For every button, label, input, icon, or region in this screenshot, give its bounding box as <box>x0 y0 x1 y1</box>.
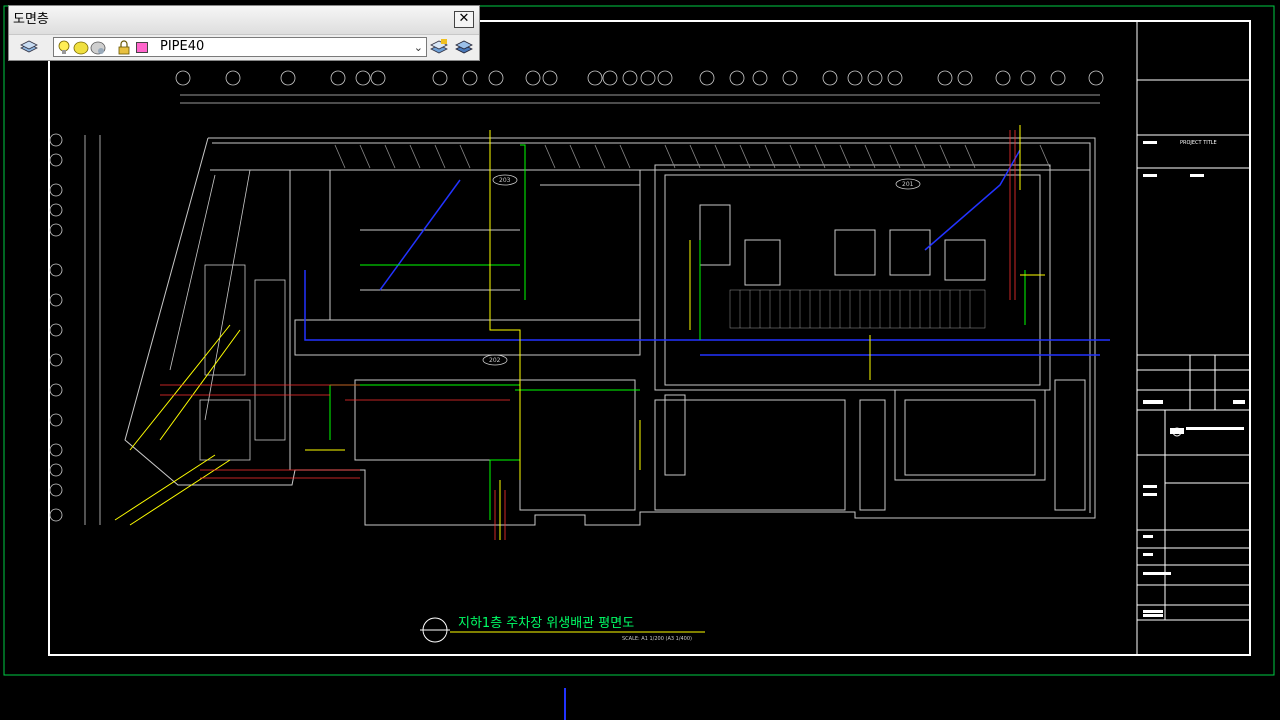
room-tag-201: 201 <box>902 181 914 188</box>
layer-properties-icon[interactable] <box>19 38 39 56</box>
layer-panel-titlebar[interactable]: 도면층 ✕ <box>9 6 479 35</box>
room-tag-202: 202 <box>489 357 501 364</box>
drawing-scale-note: SCALE: A1 1/200 (A3 1/400) <box>622 636 692 642</box>
close-button[interactable]: ✕ <box>454 11 474 28</box>
layer-toolbar-row: PIPE40 ⌄ <box>9 35 479 61</box>
room-tags <box>482 174 921 366</box>
chevron-down-icon[interactable]: ⌄ <box>414 41 423 54</box>
blue-pipes <box>304 149 1110 356</box>
green-pipes <box>329 144 1026 520</box>
sheet-border <box>48 20 1251 656</box>
make-current-layer-icon[interactable] <box>429 38 449 56</box>
current-layer-name: PIPE40 <box>160 39 205 54</box>
building-outline <box>124 137 1096 526</box>
layer-panel-title: 도면층 <box>13 12 49 27</box>
layer-toolbar-panel: 도면층 ✕ PIPE40 ⌄ <box>8 5 480 61</box>
viewport-freeze-icon[interactable] <box>90 41 106 55</box>
drawing-title: 지하1층 주차장 위생배관 평면도 <box>458 616 634 631</box>
project-title-label: PROJECT TITLE <box>1180 140 1217 146</box>
red-pipes <box>160 130 1016 540</box>
layer-color-swatch[interactable] <box>136 42 148 53</box>
lightbulb-icon[interactable] <box>57 40 71 55</box>
equipment-hatch <box>729 289 986 329</box>
layer-previous-icon[interactable] <box>454 38 474 56</box>
sun-freeze-icon[interactable] <box>73 41 89 55</box>
layer-dropdown[interactable]: PIPE40 ⌄ <box>53 37 427 57</box>
grid-bubbles-left <box>49 133 101 525</box>
title-block <box>1136 21 1250 655</box>
title-block-marks <box>1143 141 1245 617</box>
grid-bubbles-top <box>175 70 1104 104</box>
cad-drawing-canvas[interactable]: PROJECT TITLE 203 201 202 지하1층 주차장 위생배관 … <box>0 0 1280 720</box>
lock-icon[interactable] <box>116 40 132 55</box>
room-tag-203: 203 <box>499 177 511 184</box>
